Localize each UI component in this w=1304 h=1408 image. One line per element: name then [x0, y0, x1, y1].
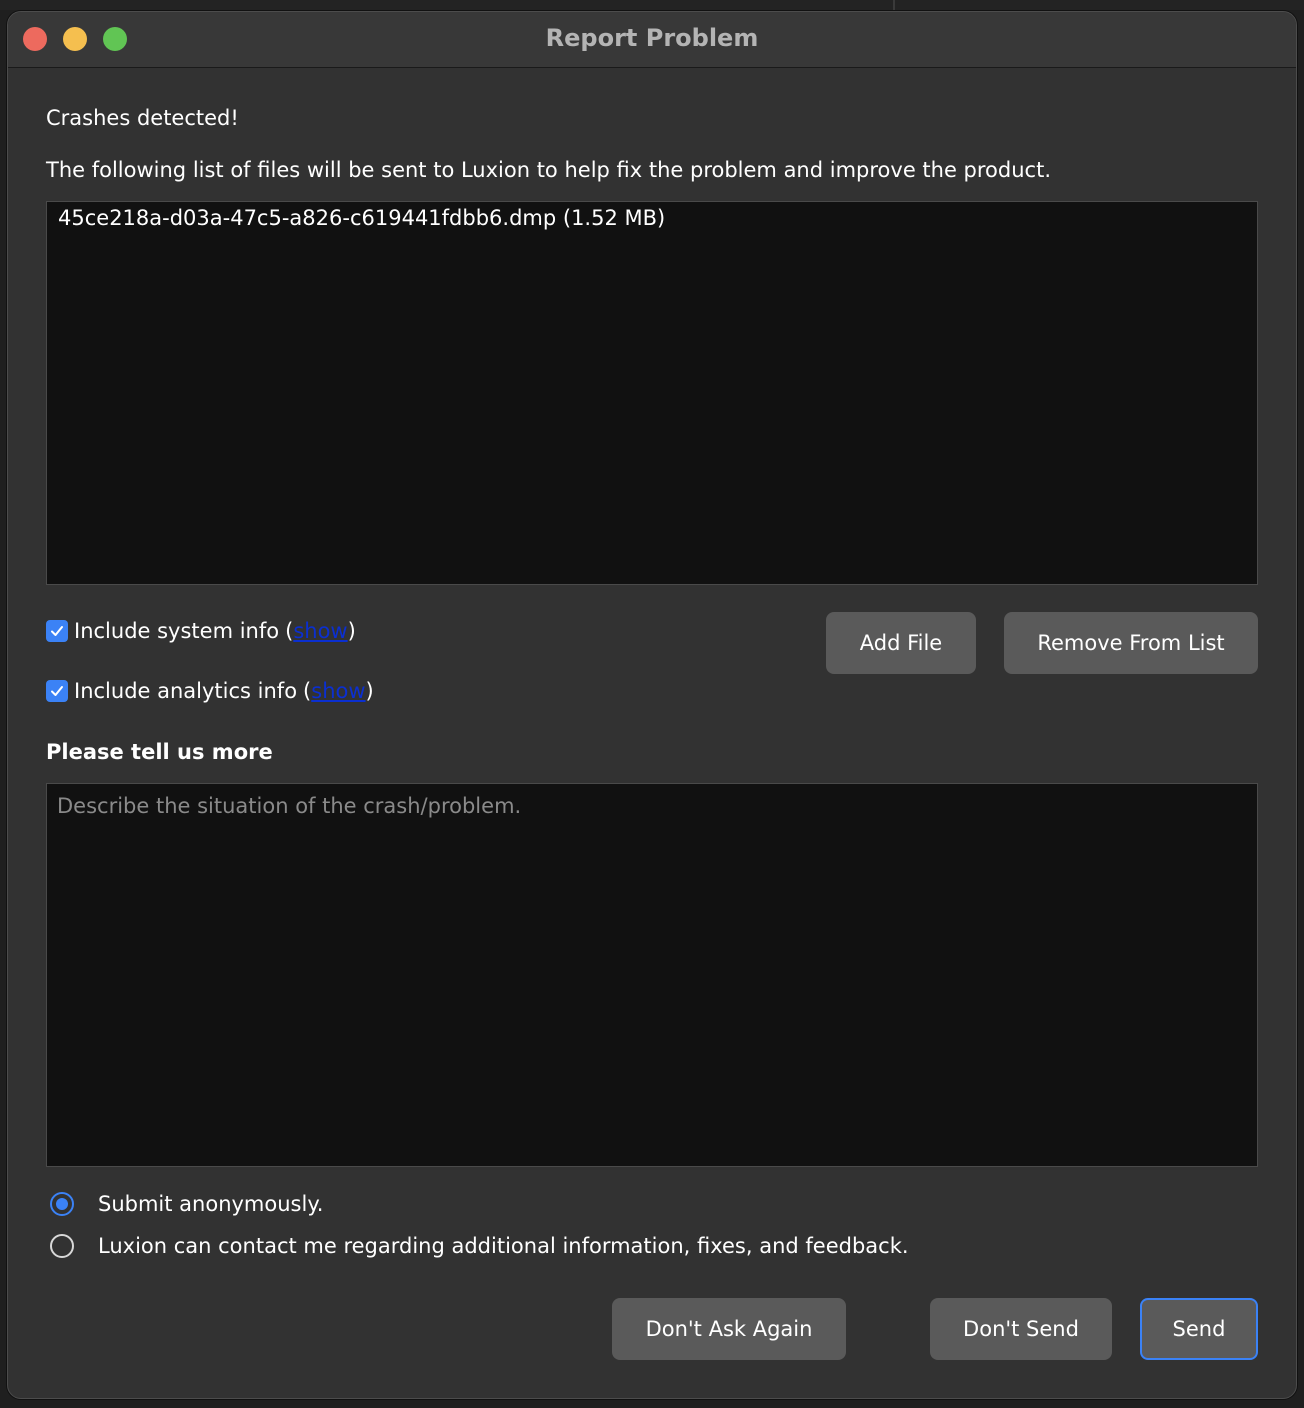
problem-description-field[interactable]: Describe the situation of the crash/prob… — [46, 783, 1258, 1167]
submit-anonymously-radio[interactable] — [50, 1192, 74, 1216]
tell-us-more-heading: Please tell us more — [46, 740, 273, 764]
include-analytics-info-label: Include analytics info — [74, 679, 298, 703]
background-divider — [893, 0, 895, 10]
close-paren: ) — [365, 679, 374, 703]
problem-description-placeholder: Describe the situation of the crash/prob… — [57, 794, 522, 818]
background-app-strip — [0, 0, 1304, 10]
crash-heading: Crashes detected! — [46, 106, 239, 130]
allow-contact-option[interactable]: Luxion can contact me regarding addition… — [50, 1232, 909, 1260]
open-paren: ( — [285, 619, 294, 643]
open-paren: ( — [303, 679, 312, 703]
files-description: The following list of files will be sent… — [46, 158, 1051, 182]
dont-send-button[interactable]: Don't Send — [930, 1298, 1112, 1360]
include-system-info-checkbox[interactable] — [46, 620, 68, 642]
include-system-info-row: Include system info (show) — [46, 618, 356, 644]
title-bar[interactable]: Report Problem — [8, 12, 1296, 68]
report-problem-dialog: Report Problem Crashes detected! The fol… — [7, 11, 1297, 1399]
include-analytics-info-row: Include analytics info (show) — [46, 678, 374, 704]
allow-contact-label: Luxion can contact me regarding addition… — [98, 1234, 909, 1258]
close-paren: ) — [347, 619, 356, 643]
send-button[interactable]: Send — [1140, 1298, 1258, 1360]
include-analytics-info-checkbox[interactable] — [46, 680, 68, 702]
show-system-info-link[interactable]: show — [293, 619, 347, 643]
dont-ask-again-button[interactable]: Don't Ask Again — [612, 1298, 846, 1360]
remove-from-list-button[interactable]: Remove From List — [1004, 612, 1258, 674]
allow-contact-radio[interactable] — [50, 1234, 74, 1258]
file-list-item[interactable]: 45ce218a-d03a-47c5-a826-c619441fdbb6.dmp… — [58, 206, 665, 230]
window-title: Report Problem — [545, 24, 759, 52]
include-system-info-label: Include system info — [74, 619, 280, 643]
submit-anonymously-label: Submit anonymously. — [98, 1192, 324, 1216]
add-file-button[interactable]: Add File — [826, 612, 976, 674]
file-list[interactable]: 45ce218a-d03a-47c5-a826-c619441fdbb6.dmp… — [46, 201, 1258, 585]
show-analytics-info-link[interactable]: show — [311, 679, 365, 703]
submit-anonymously-option[interactable]: Submit anonymously. — [50, 1190, 323, 1218]
checkmark-icon — [51, 686, 63, 696]
checkmark-icon — [51, 626, 63, 636]
